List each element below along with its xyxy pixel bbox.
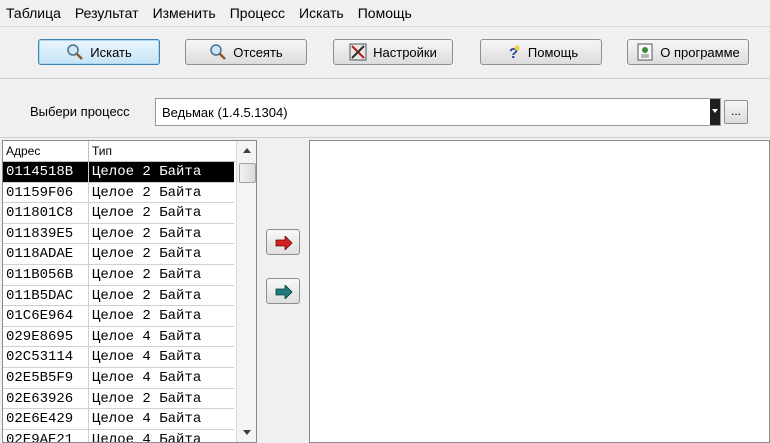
saved-addresses-panel[interactable] [309, 140, 770, 443]
table-row[interactable]: 02C53114 Целое 4 Байта [3, 347, 234, 368]
menu-search[interactable]: Искать [291, 0, 350, 26]
cell-address: 029E8695 [3, 326, 89, 347]
cell-type: Целое 2 Байта [92, 266, 202, 283]
add-to-list-button[interactable] [266, 229, 300, 255]
cell-address: 01C6E964 [3, 306, 89, 326]
tools-icon [349, 43, 367, 61]
cell-address: 0114518B [3, 162, 89, 182]
scroll-thumb[interactable] [239, 163, 256, 183]
about-button[interactable]: О программе [627, 39, 749, 65]
cell-type: Целое 2 Байта [92, 184, 202, 201]
process-select[interactable]: Ведьмак (1.4.5.1304) [155, 98, 721, 126]
cell-type: Целое 2 Байта [89, 162, 234, 182]
table-row[interactable]: 0118ADAE Целое 2 Байта [3, 244, 234, 265]
cell-address: 02E63926 [3, 388, 89, 409]
settings-button[interactable]: Настройки [333, 39, 453, 65]
table-row[interactable]: 02E9AE21 Целое 4 Байта [3, 429, 234, 443]
cell-address: 011839E5 [3, 223, 89, 244]
cell-address: 011B5DAC [3, 285, 89, 306]
scroll-up-icon[interactable] [237, 141, 256, 161]
search-button[interactable]: Искать [38, 39, 160, 65]
cell-type: Целое 2 Байта [92, 246, 202, 263]
arrow-right-icon [275, 236, 293, 250]
chevron-down-icon[interactable] [710, 99, 720, 125]
results-table: Адрес Тип 0114518B Целое 2 Байта 01159F06 Ц… [2, 140, 257, 443]
table-scrollbar[interactable] [236, 141, 256, 442]
table-header: Адрес Тип [3, 141, 256, 162]
arrow-right-icon [275, 285, 293, 299]
browse-process-button[interactable]: ... [724, 100, 748, 124]
cell-address: 011B056B [3, 264, 89, 285]
column-header-address[interactable]: Адрес [3, 141, 89, 161]
magnifier-icon [66, 43, 84, 61]
cell-type: Целое 2 Байта [92, 205, 202, 222]
menu-edit[interactable]: Изменить [145, 0, 222, 26]
menu-process[interactable]: Процесс [222, 0, 291, 26]
table-row[interactable]: 02E6E429 Целое 4 Байта [3, 409, 234, 430]
table-row[interactable]: 011B5DAC Целое 2 Байта [3, 285, 234, 307]
cell-type: Целое 4 Байта [92, 369, 202, 386]
section-divider [0, 137, 770, 138]
magnifier-icon [209, 43, 227, 61]
cell-address: 02E9AE21 [3, 429, 89, 442]
process-select-value: Ведьмак (1.4.5.1304) [162, 104, 288, 120]
column-header-type[interactable]: Тип [89, 141, 234, 161]
table-row[interactable]: 02E63926 Целое 2 Байта [3, 388, 234, 410]
table-row[interactable]: 02E5B5F9 Целое 4 Байта [3, 367, 234, 389]
menu-help[interactable]: Помощь [350, 0, 418, 26]
cell-address: 011801C8 [3, 203, 89, 223]
cell-type: Целое 2 Байта [92, 390, 202, 407]
move-to-list-button[interactable] [266, 278, 300, 304]
table-row[interactable]: 011801C8 Целое 2 Байта [3, 203, 234, 224]
info-document-icon [636, 43, 654, 61]
table-row[interactable]: 01159F06 Целое 2 Байта [3, 182, 234, 204]
filter-button[interactable]: Отсеять [185, 39, 307, 65]
cell-type: Целое 4 Байта [92, 328, 202, 345]
cell-type: Целое 2 Байта [92, 225, 202, 242]
table-row[interactable]: 029E8695 Целое 4 Байта [3, 326, 234, 348]
toolbar: Искать Отсеять Настройки ? Помощь О прог… [0, 26, 770, 79]
cell-type: Целое 2 Байта [92, 308, 202, 325]
table-row[interactable]: 01C6E964 Целое 2 Байта [3, 306, 234, 327]
cell-type: Целое 2 Байта [92, 287, 202, 304]
cell-type: Целое 4 Байта [92, 349, 202, 366]
scroll-down-icon[interactable] [237, 422, 256, 442]
table-row[interactable]: 011B056B Целое 2 Байта [3, 264, 234, 286]
cell-address: 02C53114 [3, 347, 89, 367]
table-body: 0114518B Целое 2 Байта 01159F06 Целое 2 Бай… [3, 162, 234, 443]
cell-address: 02E5B5F9 [3, 367, 89, 388]
cell-type: Целое 4 Байта [92, 411, 202, 428]
process-label: Выбери процесс [30, 104, 130, 119]
help-button[interactable]: ? Помощь [480, 39, 602, 65]
table-row[interactable]: 0114518B Целое 2 Байта [3, 162, 234, 183]
table-row[interactable]: 011839E5 Целое 2 Байта [3, 223, 234, 245]
menu-table[interactable]: Таблица [0, 0, 67, 26]
cell-address: 01159F06 [3, 182, 89, 203]
toolbar-divider [0, 78, 770, 79]
cell-type: Целое 4 Байта [92, 431, 202, 443]
menu-bar: Таблица Результат Изменить Процесс Искат… [0, 0, 770, 26]
cell-address: 02E6E429 [3, 409, 89, 429]
cell-address: 0118ADAE [3, 244, 89, 264]
menu-result[interactable]: Результат [67, 0, 145, 26]
question-icon: ? [504, 43, 522, 62]
